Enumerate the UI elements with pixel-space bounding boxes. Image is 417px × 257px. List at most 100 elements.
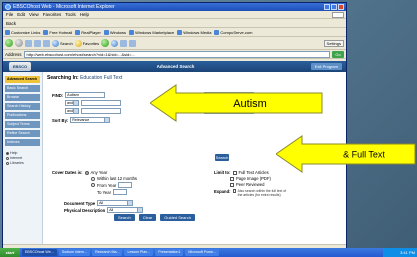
menu-view[interactable]: View — [29, 11, 39, 18]
address-bar[interactable]: http://web.ebscohost.com/ehost/search?vi… — [23, 50, 330, 58]
sidebar-item-indexes[interactable]: Indexes — [5, 139, 40, 146]
physical-select[interactable]: All — [107, 207, 144, 213]
option-label: Help — [10, 151, 18, 155]
task-6[interactable]: Microsoft Powe... — [185, 249, 219, 256]
link-label: Windows — [109, 29, 127, 35]
sidebar-option-help[interactable]: Help — [6, 151, 42, 155]
back-row: Back — [3, 19, 346, 28]
system-tray-clock: 3:41 PM — [383, 248, 417, 257]
sidebar-item-search-history[interactable]: Search History — [5, 103, 40, 110]
window-controls — [324, 4, 344, 10]
task-5[interactable]: Presentation1 — [155, 249, 184, 256]
peer-reviewed-checkbox[interactable] — [230, 182, 234, 187]
boolean-select-1[interactable]: and — [65, 100, 79, 106]
print-button[interactable] — [129, 39, 137, 47]
refresh-icon — [34, 39, 41, 47]
address-label: Address — [5, 51, 22, 57]
date-any-radio[interactable] — [84, 170, 89, 175]
forward-button[interactable] — [15, 39, 23, 47]
link-compuserve[interactable]: CompuServe.com — [214, 29, 252, 35]
option-label: Internet — [10, 156, 23, 160]
task-4[interactable]: Lesson Plan... — [124, 249, 154, 256]
media-button[interactable] — [101, 39, 110, 47]
link-icon — [214, 29, 220, 35]
sidebar-item-publications[interactable]: Publications — [5, 112, 40, 119]
start-button[interactable]: start — [0, 248, 20, 257]
menu-tools[interactable]: Tools — [65, 11, 76, 18]
exit-program-button[interactable]: Exit Program — [310, 63, 342, 70]
task-2[interactable]: Sodium Intern... — [58, 249, 91, 256]
database-name[interactable]: Education Full Text — [80, 75, 122, 81]
sort-select[interactable]: Relevance — [70, 117, 111, 123]
guided-search-button[interactable]: Guided Search — [160, 214, 195, 221]
query-input-2[interactable] — [81, 100, 121, 106]
sidebar-item-browse[interactable]: Browse — [5, 94, 40, 101]
date-option-row-3: From Year — [91, 182, 133, 188]
search-button[interactable]: Search — [52, 39, 73, 47]
search-submit-button[interactable]: Search — [215, 154, 229, 161]
sidebar-option-internet[interactable]: Internet — [6, 156, 42, 160]
boolean-select-2[interactable]: and — [65, 108, 79, 114]
bool-row-1: and — [65, 100, 121, 106]
links-bar: Customize Links Free Hotmail RealPlayer … — [3, 28, 346, 37]
query-input-3[interactable] — [81, 108, 121, 114]
to-year-input[interactable] — [112, 189, 127, 195]
minimize-button[interactable] — [324, 4, 330, 10]
back-button[interactable] — [5, 39, 13, 47]
menu-file[interactable]: File — [6, 11, 13, 18]
expand-label: Expand: — [214, 189, 231, 194]
date-from-radio[interactable] — [91, 183, 95, 187]
clear-button[interactable]: Clear — [138, 214, 157, 221]
go-button[interactable]: Go — [332, 50, 344, 58]
option-label: Libraries — [10, 161, 24, 165]
ebsco-header: EBSCO Advanced Search Exit Program — [3, 61, 346, 72]
task-ebscohost[interactable]: EBSCOhost We... — [22, 249, 57, 256]
expand-checkbox[interactable] — [232, 189, 236, 193]
link-hotmail[interactable]: Free Hotmail — [43, 29, 72, 35]
link-marketplace[interactable]: Windows Marketplace — [129, 29, 174, 35]
menu-edit[interactable]: Edit — [17, 11, 25, 18]
menu-favorites[interactable]: Favorites — [43, 11, 62, 18]
sidebar-option-libraries[interactable]: Libraries — [6, 161, 42, 165]
query-input-1[interactable]: Autism — [65, 92, 106, 98]
windows-flag-icon — [332, 12, 344, 18]
sidebar-item-advanced-search[interactable]: Advanced Search — [5, 76, 40, 83]
menu-help[interactable]: Help — [80, 11, 89, 18]
toolbar: Search Favorites Settings — [3, 37, 346, 50]
ie-logo-icon — [5, 4, 11, 10]
mail-icon — [120, 39, 128, 47]
link-icon — [103, 29, 109, 35]
full-text-checkbox[interactable] — [232, 170, 237, 175]
menu-bar: File Edit View Favorites Tools Help — [3, 11, 346, 19]
sidebar-item-subject-terms[interactable]: Subject Terms — [5, 121, 40, 128]
from-year-input[interactable] — [118, 182, 133, 188]
mail-button[interactable] — [120, 39, 128, 47]
link-customize[interactable]: Customize Links — [5, 29, 40, 35]
bottom-search-button[interactable]: Search — [114, 214, 135, 221]
maximize-button[interactable] — [331, 4, 337, 10]
favorites-button[interactable]: Favorites — [74, 39, 99, 47]
page-title: Advanced Search — [156, 64, 195, 69]
settings-button[interactable]: Settings — [323, 40, 344, 47]
link-windows[interactable]: Windows — [103, 29, 127, 35]
title-bar: EBSCOhost Web - Microsoft Internet Explo… — [3, 3, 346, 11]
close-button[interactable] — [338, 4, 344, 10]
limit-row-2: Page Image (PDF) — [230, 176, 271, 181]
home-button[interactable] — [43, 39, 50, 47]
date-12m-radio[interactable] — [91, 176, 95, 181]
pdf-checkbox[interactable] — [230, 176, 234, 181]
cover-dates-row: Cover Dates is: Any Year — [52, 170, 107, 175]
doc-type-select[interactable]: All — [97, 200, 134, 206]
history-button[interactable] — [111, 39, 119, 47]
refresh-button[interactable] — [34, 39, 41, 47]
stop-button[interactable] — [25, 39, 32, 47]
back-label[interactable]: Back — [6, 21, 16, 26]
sort-label: Sort By: — [52, 117, 69, 123]
sidebar-item-refine-search[interactable]: Refine Search — [5, 130, 40, 137]
link-realplayer[interactable]: RealPlayer — [75, 29, 101, 35]
sidebar-item-basic-search[interactable]: Basic Search — [5, 85, 40, 92]
link-media[interactable]: Windows Media — [177, 29, 211, 35]
link-label: RealPlayer — [81, 29, 101, 35]
task-3[interactable]: Research Ma... — [92, 249, 123, 256]
browser-window: EBSCOhost Web - Microsoft Internet Explo… — [2, 2, 347, 254]
